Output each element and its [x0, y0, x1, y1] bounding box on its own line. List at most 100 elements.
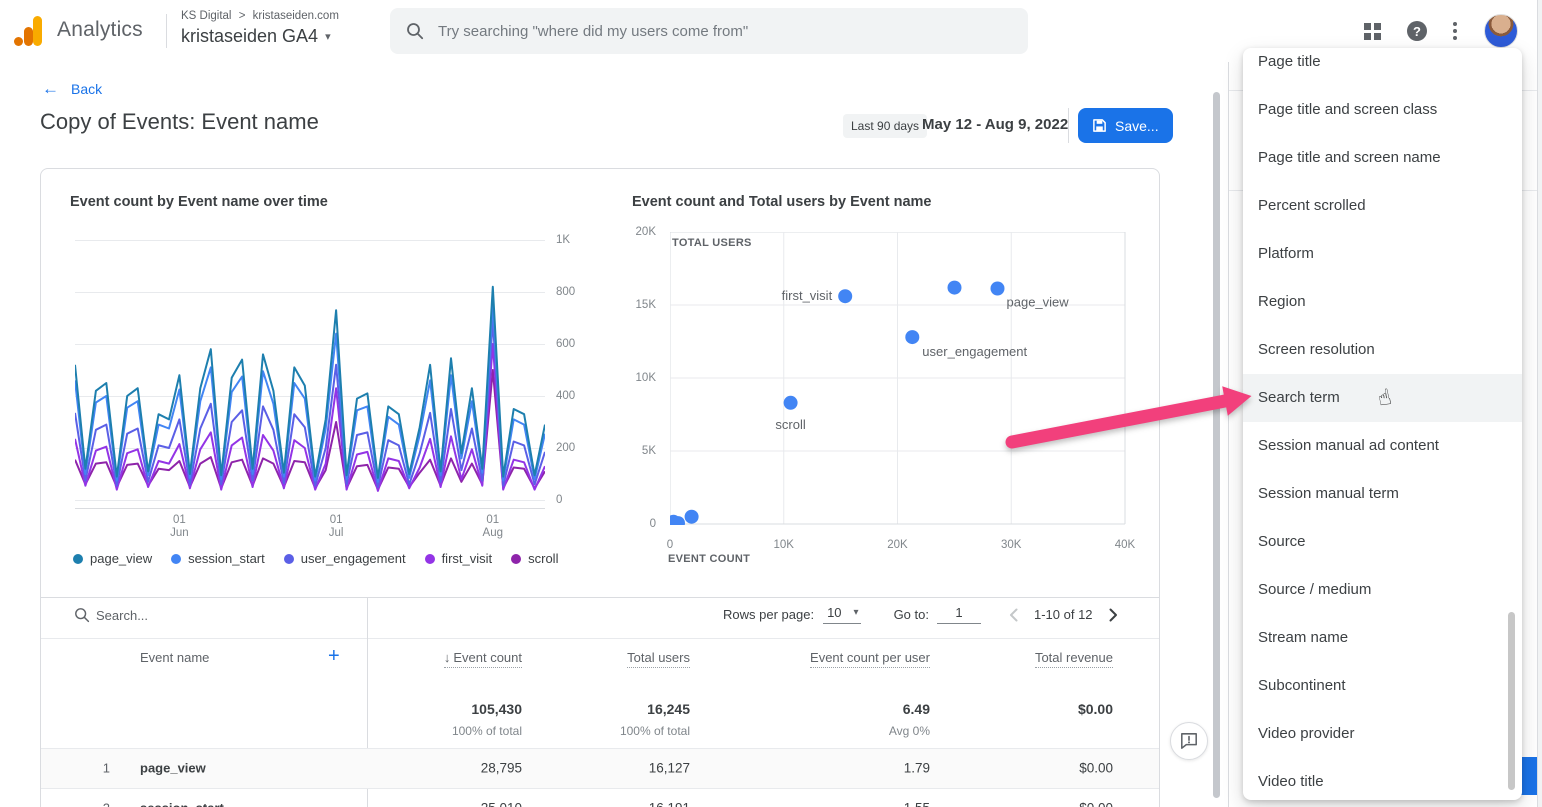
- legend-item-session-start[interactable]: session_start: [171, 551, 265, 566]
- row-value: 16,191: [649, 801, 690, 807]
- row-event-name[interactable]: page_view: [140, 761, 206, 776]
- menu-item-stream-name[interactable]: Stream name: [1243, 614, 1522, 662]
- scatter-dot-first-visit[interactable]: [838, 289, 853, 304]
- line-chart-plot[interactable]: [75, 228, 545, 509]
- property-name: kristaseiden GA4: [181, 26, 319, 46]
- menu-item-subcontinent[interactable]: Subcontinent: [1243, 662, 1522, 710]
- global-search[interactable]: [390, 8, 1028, 54]
- avatar[interactable]: [1484, 14, 1518, 48]
- sort-descending-icon: ↓: [443, 650, 451, 665]
- row-index: 1: [102, 760, 110, 776]
- menu-item-video-provider[interactable]: Video provider: [1243, 710, 1522, 758]
- scatter-dot-user-engagement[interactable]: [905, 330, 920, 345]
- rows-per-page-value: 10: [827, 605, 842, 620]
- legend-item-user-engagement[interactable]: user_engagement: [283, 551, 406, 566]
- legend-label: first_visit: [441, 551, 493, 566]
- rows-per-page-select[interactable]: 10 ▾: [823, 605, 861, 624]
- page-title: Copy of Events: Event name: [40, 109, 319, 134]
- date-preset-chip[interactable]: Last 90 days: [843, 114, 928, 138]
- menu-item-page-title[interactable]: Page title: [1243, 48, 1522, 86]
- y-tick-label: 1K: [556, 234, 571, 246]
- add-dimension-button[interactable]: +: [328, 645, 340, 668]
- scatter-dot-scroll[interactable]: [783, 395, 798, 410]
- column-header-label: Event count per user: [810, 650, 930, 668]
- column-header-label: Total users: [627, 650, 690, 668]
- row-event-name[interactable]: session_start: [140, 801, 224, 807]
- breadcrumb-org[interactable]: KS Digital: [181, 10, 232, 22]
- menu-item-percent-scrolled[interactable]: Percent scrolled: [1243, 182, 1522, 230]
- scatter-dot-event[interactable]: [684, 509, 699, 524]
- column-header-event-count-per-user[interactable]: Event count per user: [810, 650, 930, 668]
- next-page-icon[interactable]: [1109, 608, 1118, 622]
- main-scrollbar-thumb[interactable]: [1213, 92, 1220, 798]
- analytics-logo-icon[interactable]: [14, 16, 44, 46]
- menu-item-source[interactable]: Source: [1243, 518, 1522, 566]
- totals-subtext: 100% of total: [451, 724, 522, 738]
- legend-label: page_view: [90, 551, 153, 566]
- legend-label: scroll: [528, 551, 559, 566]
- breadcrumb[interactable]: KS Digital > kristaseiden.com: [181, 10, 339, 22]
- more-options-icon[interactable]: [1453, 22, 1457, 40]
- menu-item-video-title[interactable]: Video title: [1243, 758, 1522, 800]
- scatter-label-first-visit: first_visit: [782, 288, 833, 303]
- browser-scrollbar[interactable]: [1537, 0, 1542, 807]
- scatter-dot-session-start[interactable]: [947, 280, 962, 295]
- scatter-label-user-engagement: user_engagement: [922, 344, 1027, 359]
- breadcrumb-site[interactable]: kristaseiden.com: [253, 10, 339, 22]
- totals-value: 105,430: [471, 701, 522, 717]
- goto-page-input[interactable]: [936, 605, 981, 624]
- scatter-dot-page-view[interactable]: [990, 281, 1005, 296]
- menu-item-region[interactable]: Region: [1243, 278, 1522, 326]
- menu-item-page-title-and-screen-name[interactable]: Page title and screen name: [1243, 134, 1522, 182]
- series-page-view: [75, 285, 545, 479]
- totals-subtext: 100% of total: [619, 724, 690, 738]
- chart-legend: page_view session_start user_engagement fir…: [73, 551, 558, 566]
- dimension-column-header[interactable]: Event name: [140, 650, 209, 665]
- totals-value: 6.49: [902, 701, 930, 717]
- topbar-divider: [166, 14, 167, 48]
- save-button[interactable]: Save...: [1078, 108, 1173, 143]
- menu-item-platform[interactable]: Platform: [1243, 230, 1522, 278]
- scatter-y-tick: 20K: [635, 226, 656, 238]
- save-label: Save...: [1115, 117, 1159, 134]
- previous-page-icon[interactable]: [1009, 608, 1018, 622]
- legend-item-page-view[interactable]: page_view: [73, 551, 152, 566]
- column-header-event-count[interactable]: ↓ Event count: [443, 650, 522, 668]
- table-border-header: [41, 638, 1159, 639]
- scatter-x-tick: 10K: [773, 539, 794, 551]
- scatter-plot[interactable]: page_view first_visit user_engagementscrol…: [670, 232, 1126, 525]
- back-button[interactable]: ← Back: [42, 79, 102, 99]
- property-selector[interactable]: kristaseiden GA4 ▾: [181, 26, 331, 47]
- menu-item-screen-resolution[interactable]: Screen resolution: [1243, 326, 1522, 374]
- row-value: 16,127: [648, 760, 690, 776]
- menu-item-page-title-and-screen-class[interactable]: Page title and screen class: [1243, 86, 1522, 134]
- legend-item-scroll[interactable]: scroll: [511, 551, 558, 566]
- dimension-menu-list: Page title Page title and screen class Pag…: [1243, 48, 1522, 800]
- legend-item-first-visit[interactable]: first_visit: [424, 551, 493, 566]
- menu-scrollbar-thumb[interactable]: [1508, 612, 1515, 790]
- menu-item-source-medium[interactable]: Source / medium: [1243, 566, 1522, 614]
- legend-dot-icon: [171, 553, 182, 564]
- breadcrumb-separator: >: [238, 10, 246, 22]
- diagnostics-grid-icon[interactable]: [1364, 23, 1381, 40]
- scatter-label-page-view: page_view: [1007, 295, 1070, 310]
- menu-item-search-term[interactable]: Search term: [1243, 374, 1522, 422]
- legend-dot-icon: [73, 553, 83, 564]
- help-icon[interactable]: ?: [1407, 21, 1427, 41]
- feedback-button[interactable]: [1170, 722, 1208, 760]
- y-tick-label: 800: [556, 286, 576, 298]
- date-range[interactable]: May 12 - Aug 9, 2022: [922, 116, 1068, 133]
- column-header-total-users[interactable]: Total users: [627, 650, 690, 668]
- menu-item-session-manual-ad-content[interactable]: Session manual ad content: [1243, 422, 1522, 470]
- row-value: $0.00: [1079, 801, 1113, 807]
- x-tick-label: 01 Jun: [170, 514, 189, 539]
- menu-item-session-manual-term[interactable]: Session manual term: [1243, 470, 1522, 518]
- table-search-icon: [75, 608, 90, 623]
- table-search-input[interactable]: [96, 601, 336, 629]
- totals-subtext: Avg 0%: [888, 724, 930, 738]
- feedback-icon: [1181, 733, 1197, 749]
- search-input[interactable]: [438, 22, 1012, 40]
- row-border: [41, 788, 1159, 789]
- totals-value: $0.00: [1077, 701, 1113, 717]
- column-header-total-revenue[interactable]: Total revenue: [1034, 650, 1113, 668]
